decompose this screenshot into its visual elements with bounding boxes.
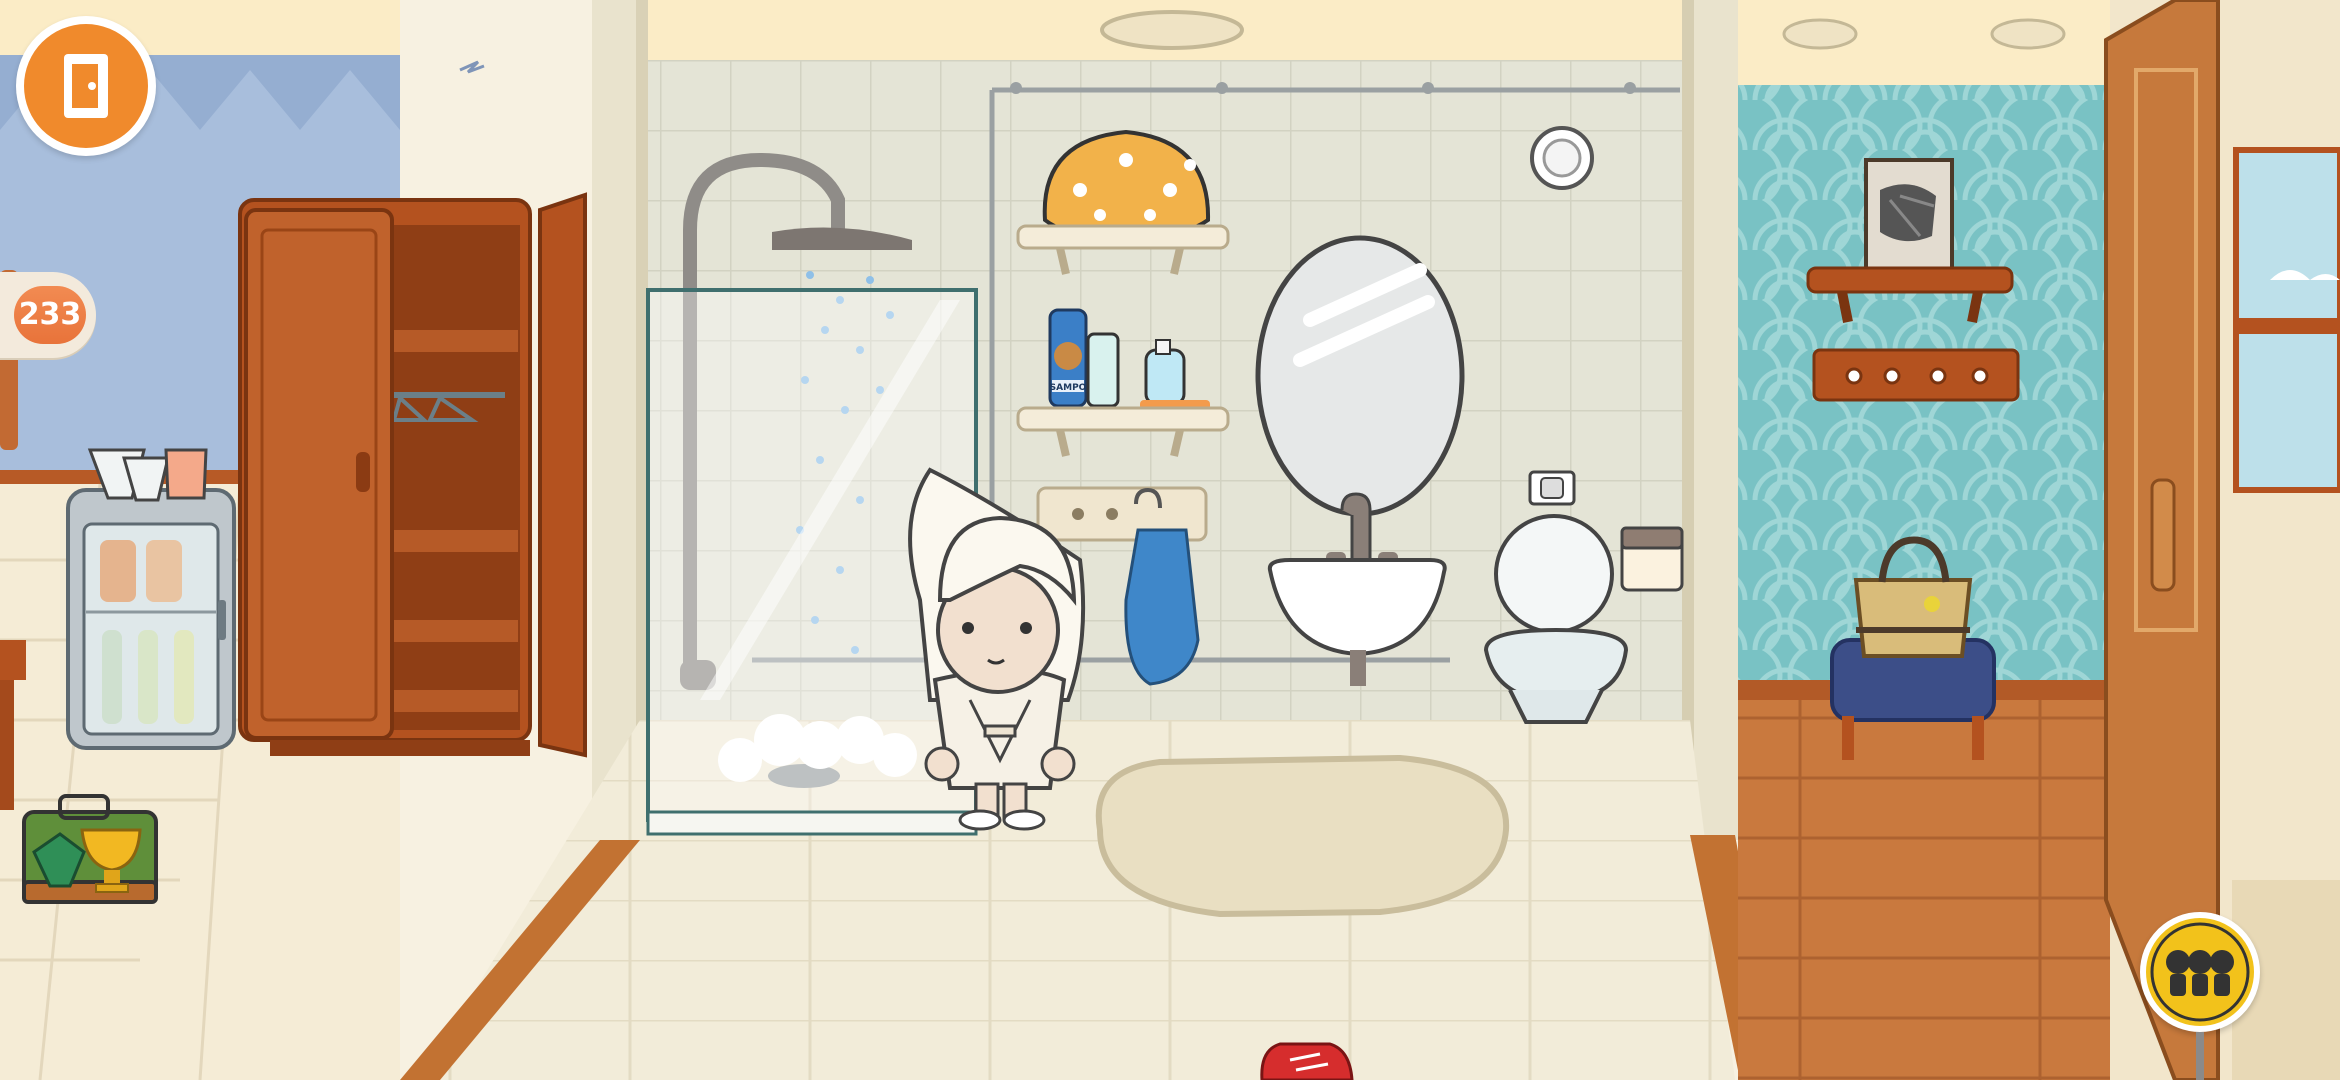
characters-stand	[2196, 1032, 2204, 1080]
achievements-button[interactable]	[20, 790, 160, 914]
bath-mat[interactable]	[1095, 754, 1510, 918]
mini-fridge[interactable]	[66, 448, 236, 750]
right-room	[1738, 0, 2138, 1080]
game-scene: SAMPO 233	[0, 0, 2340, 1080]
room-illustration: SAMPO	[0, 0, 2340, 1080]
counter-value[interactable]: 233	[14, 286, 86, 344]
characters-button[interactable]	[2140, 912, 2260, 1032]
shampoo-label: SAMPO	[1050, 383, 1087, 393]
exit-button[interactable]	[16, 16, 156, 156]
sneakers[interactable]	[1260, 1042, 1354, 1080]
wardrobe[interactable]	[238, 192, 587, 758]
three-characters-icon	[2150, 922, 2250, 1022]
exit-door-icon	[24, 24, 148, 148]
mirror[interactable]	[1255, 235, 1465, 517]
